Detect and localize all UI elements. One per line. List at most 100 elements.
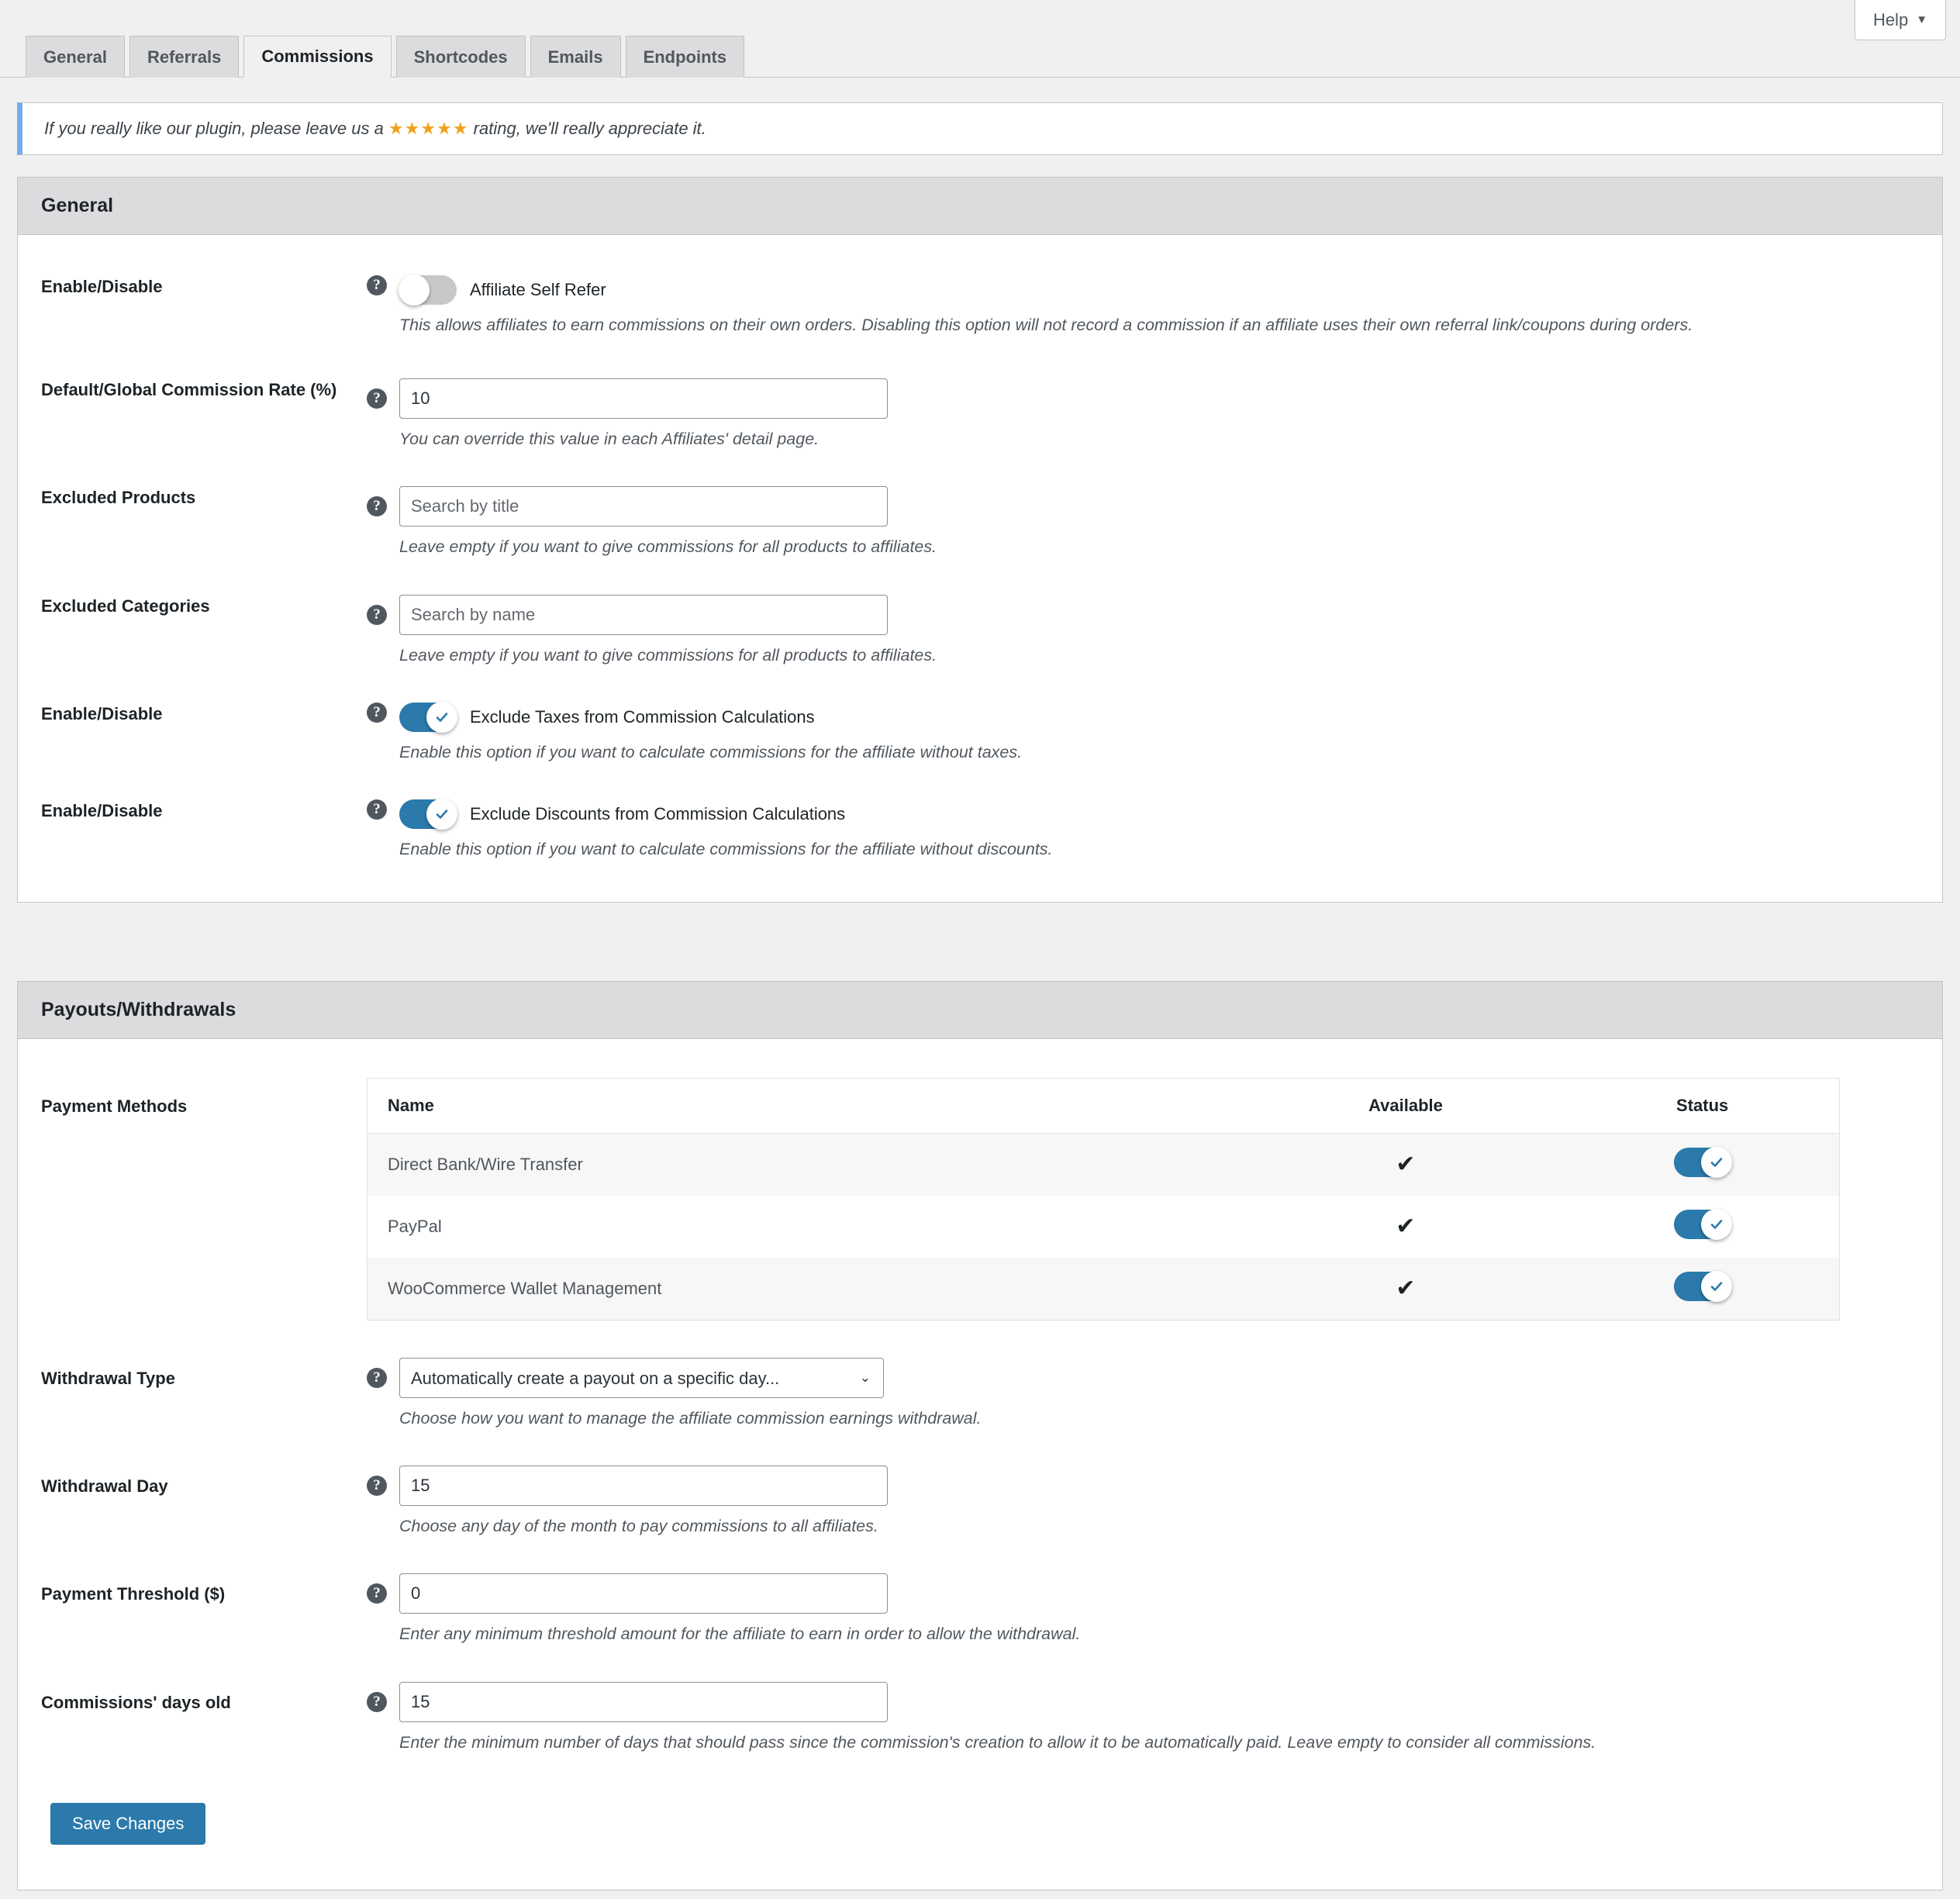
payment-method-available-cell: ✔ <box>1246 1134 1566 1196</box>
tab-emails[interactable]: Emails <box>530 36 621 78</box>
notice-text-after: rating, we'll really appreciate it. <box>468 119 706 138</box>
column-header-status: Status <box>1565 1078 1840 1134</box>
exclude-taxes-toggle-line: Exclude Taxes from Commission Calculatio… <box>399 701 1919 733</box>
payouts-panel-body: Payment Methods Name Available Status Di… <box>18 1039 1942 1890</box>
self-refer-toggle-line: Affiliate Self Refer <box>399 274 1919 306</box>
commission-rate-description: You can override this value in each Affi… <box>399 430 820 449</box>
toggle-payment-method-status[interactable] <box>1673 1147 1732 1178</box>
table-header-row: Name Available Status <box>367 1078 1840 1134</box>
commissions-days-old-input[interactable] <box>399 1681 888 1722</box>
save-changes-button[interactable]: Save Changes <box>50 1802 206 1845</box>
help-tip-icon[interactable]: ? <box>367 496 387 517</box>
payment-method-name: Direct Bank/Wire Transfer <box>388 1155 583 1174</box>
check-icon: ✔ <box>1396 1276 1416 1301</box>
check-icon: ✔ <box>1396 1151 1416 1177</box>
withdrawal-day-description: Choose any day of the month to pay commi… <box>399 1517 878 1536</box>
tab-commissions[interactable]: Commissions <box>243 36 392 78</box>
payouts-panel: Payouts/Withdrawals Payment Methods Name… <box>17 981 1943 1890</box>
payouts-panel-title: Payouts/Withdrawals <box>18 982 1942 1039</box>
excluded-products-description: Leave empty if you want to give commissi… <box>399 537 937 557</box>
exclude-taxes-label: Enable/Disable <box>41 703 163 723</box>
setting-row-commissions-days-old: Commissions' days old ? Enter the minimu… <box>41 1647 1919 1755</box>
commissions-days-old-description: Enter the minimum number of days that sh… <box>399 1732 1596 1752</box>
payment-method-status-cell <box>1565 1196 1839 1258</box>
table-row: Direct Bank/Wire Transfer ✔ <box>367 1133 1840 1196</box>
excluded-products-input[interactable] <box>399 486 888 527</box>
exclude-discounts-toggle-label: Exclude Discounts from Commission Calcul… <box>470 803 846 823</box>
setting-row-payment-methods: Payment Methods Name Available Status Di… <box>41 1039 1919 1321</box>
payment-threshold-input[interactable] <box>399 1573 888 1614</box>
help-tip-icon[interactable]: ? <box>367 1368 387 1388</box>
setting-row-self-refer: Enable/Disable ? Affiliate Self Refer Th… <box>41 235 1919 337</box>
exclude-taxes-toggle-label: Exclude Taxes from Commission Calculatio… <box>470 706 815 727</box>
withdrawal-type-description: Choose how you want to manage the affili… <box>399 1409 982 1428</box>
withdrawal-type-select-wrap: Automatically create a payout on a speci… <box>399 1358 884 1398</box>
payment-threshold-label: Payment Threshold ($) <box>41 1584 226 1604</box>
check-icon: ✔ <box>1396 1214 1416 1239</box>
payment-methods-tbody: Direct Bank/Wire Transfer ✔ PayPal ✔ WooComm… <box>367 1133 1840 1321</box>
help-tip-icon[interactable]: ? <box>367 604 387 625</box>
exclude-discounts-label: Enable/Disable <box>41 800 163 820</box>
self-refer-description: This allows affiliates to earn commissio… <box>399 316 1693 334</box>
help-tip-icon[interactable]: ? <box>367 1583 387 1604</box>
general-panel: General Enable/Disable ? Affiliate Self … <box>17 177 1943 903</box>
notice-text-before: If you really like our plugin, please le… <box>44 119 388 138</box>
withdrawal-type-label: Withdrawal Type <box>41 1369 175 1388</box>
payment-method-available-cell: ✔ <box>1246 1258 1566 1321</box>
setting-row-exclude-taxes: Enable/Disable ? Exclude Taxes from Comm… <box>41 668 1919 765</box>
toggle-payment-method-status[interactable] <box>1673 1271 1732 1302</box>
withdrawal-day-input[interactable] <box>399 1466 888 1507</box>
chevron-down-icon: ▼ <box>1916 13 1928 26</box>
withdrawal-type-select[interactable]: Automatically create a payout on a speci… <box>399 1358 884 1398</box>
excluded-categories-label: Excluded Categories <box>41 596 210 616</box>
help-tip-icon[interactable]: ? <box>367 702 387 723</box>
tab-referrals[interactable]: Referrals <box>129 36 240 78</box>
setting-row-payment-threshold: Payment Threshold ($) ? Enter any minimu… <box>41 1538 1919 1646</box>
tab-general[interactable]: General <box>26 36 125 78</box>
payment-methods-label: Payment Methods <box>41 1096 188 1116</box>
commission-rate-input[interactable] <box>399 378 888 420</box>
excluded-products-label: Excluded Products <box>41 488 196 508</box>
star-rating-icon[interactable]: ★★★★★ <box>388 119 469 138</box>
payment-method-name: WooCommerce Wallet Management <box>388 1279 662 1298</box>
setting-row-exclude-discounts: Enable/Disable ? Exclude Discounts from … <box>41 765 1919 902</box>
excluded-categories-input[interactable] <box>399 594 888 635</box>
help-tip-icon[interactable]: ? <box>367 388 387 409</box>
general-panel-body: Enable/Disable ? Affiliate Self Refer Th… <box>18 235 1942 902</box>
help-tip-icon[interactable]: ? <box>367 275 387 295</box>
self-refer-toggle-label: Affiliate Self Refer <box>470 280 606 299</box>
save-row: Save Changes <box>41 1755 1919 1890</box>
settings-tab-bar: General Referrals Commissions Shortcodes Ema… <box>0 29 1960 78</box>
help-button-label: Help <box>1872 9 1909 29</box>
toggle-exclude-taxes[interactable] <box>399 701 457 733</box>
payment-method-name: PayPal <box>388 1217 442 1236</box>
payment-method-status-cell <box>1565 1134 1839 1196</box>
toggle-payment-method-status[interactable] <box>1673 1209 1732 1240</box>
table-row: WooCommerce Wallet Management ✔ <box>367 1258 1840 1321</box>
rating-notice: If you really like our plugin, please le… <box>17 102 1943 155</box>
setting-row-excluded-products: Excluded Products ? Leave empty if you w… <box>41 451 1919 559</box>
commissions-days-old-label: Commissions' days old <box>41 1692 231 1712</box>
toggle-exclude-discounts[interactable] <box>399 798 457 830</box>
column-header-name: Name <box>367 1078 1246 1134</box>
payment-method-available-cell: ✔ <box>1246 1196 1566 1258</box>
tab-shortcodes[interactable]: Shortcodes <box>395 36 526 78</box>
tab-endpoints[interactable]: Endpoints <box>625 36 745 78</box>
help-tip-icon[interactable]: ? <box>367 1476 387 1497</box>
tab-list: General Referrals Commissions Shortcodes Ema… <box>26 29 1960 78</box>
withdrawal-day-label: Withdrawal Day <box>41 1476 168 1497</box>
help-tip-icon[interactable]: ? <box>367 1691 387 1712</box>
excluded-categories-description: Leave empty if you want to give commissi… <box>399 645 937 665</box>
exclude-taxes-description: Enable this option if you want to calcul… <box>399 742 1023 761</box>
exclude-discounts-description: Enable this option if you want to calcul… <box>399 839 1053 858</box>
column-header-available: Available <box>1245 1078 1566 1134</box>
self-refer-label: Enable/Disable <box>41 277 163 296</box>
toggle-affiliate-self-refer[interactable] <box>399 274 457 306</box>
table-row: PayPal ✔ <box>367 1196 1840 1258</box>
payment-threshold-description: Enter any minimum threshold amount for t… <box>399 1625 1081 1644</box>
rating-notice-text: If you really like our plugin, please le… <box>44 119 706 139</box>
setting-row-withdrawal-type: Withdrawal Type ? Automatically create a… <box>41 1321 1919 1431</box>
exclude-discounts-toggle-line: Exclude Discounts from Commission Calcul… <box>399 798 1919 830</box>
help-tip-icon[interactable]: ? <box>367 799 387 820</box>
payment-method-status-cell <box>1565 1258 1839 1321</box>
